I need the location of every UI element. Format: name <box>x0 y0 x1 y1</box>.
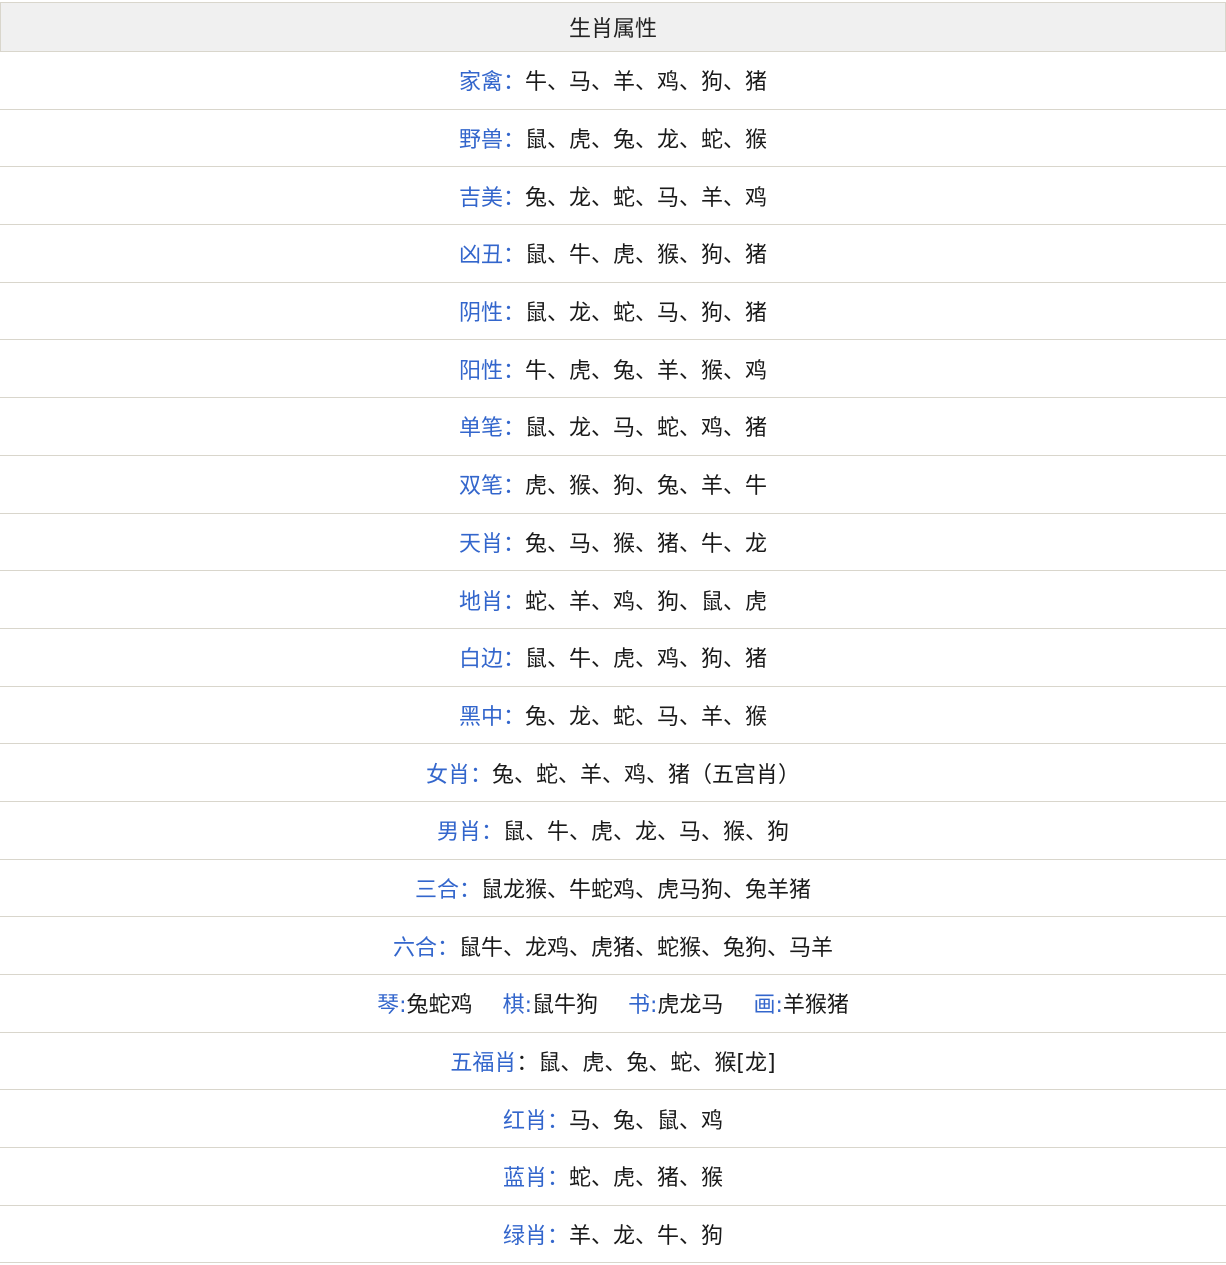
table-row: 野兽： 鼠、虎、兔、龙、蛇、猴 <box>0 110 1226 168</box>
arts-value: 鼠牛狗 <box>531 993 598 1019</box>
table-row: 天肖： 兔、马、猴、猪、牛、龙 <box>0 514 1226 572</box>
arts-value: 兔蛇鸡 <box>406 993 473 1019</box>
table-header-title: 生肖属性 <box>568 17 657 42</box>
row-label: 女肖： <box>425 762 492 788</box>
table-row: 黑中： 兔、龙、蛇、马、羊、猴 <box>0 687 1226 745</box>
arts-label: 琴: <box>377 993 407 1019</box>
table-row: 吉美： 兔、龙、蛇、马、羊、鸡 <box>0 167 1226 226</box>
table-row: 凶丑： 鼠、牛、虎、猴、狗、猪 <box>0 225 1226 283</box>
arts-group-qi: 棋:鼠牛狗 <box>503 987 598 1019</box>
row-label: 阴性： <box>458 301 525 327</box>
row-label: 绿肖： <box>502 1224 569 1250</box>
row-value: 兔、马、猴、猪、牛、龙 <box>525 531 768 557</box>
table-row: 男肖： 鼠、牛、虎、龙、马、猴、狗 <box>0 802 1226 860</box>
arts-group-hua: 画:羊猴猪 <box>753 987 848 1019</box>
row-label: 三合： <box>414 877 481 903</box>
row-value: 牛、虎、兔、羊、猴、鸡 <box>525 358 768 384</box>
row-label: 双笔： <box>458 474 525 500</box>
row-label: 家禽： <box>458 70 525 96</box>
table-row: 女肖： 兔、蛇、羊、鸡、猪（五宫肖） <box>0 744 1226 802</box>
row-value: 羊、龙、牛、狗 <box>569 1224 724 1250</box>
table-row: 家禽： 牛、马、羊、鸡、狗、猪 <box>0 52 1226 110</box>
table-row: 六合： 鼠牛、龙鸡、虎猪、蛇猴、兔狗、马羊 <box>0 917 1226 975</box>
table-header: 生肖属性 <box>0 3 1226 52</box>
table-row: 绿肖： 羊、龙、牛、狗 <box>0 1206 1226 1264</box>
arts-label: 棋: <box>502 993 532 1019</box>
row-value: 鼠龙猴、牛蛇鸡、虎马狗、兔羊猪 <box>481 877 812 903</box>
row-value: 鼠、虎、兔、龙、蛇、猴 <box>525 128 768 154</box>
row-value: 兔、龙、蛇、马、羊、猴 <box>525 704 768 730</box>
row-label: 天肖： <box>458 531 525 557</box>
row-label: 男肖： <box>436 820 503 846</box>
table-row: 蓝肖： 蛇、虎、猪、猴 <box>0 1148 1226 1206</box>
row-label: 五福肖 <box>450 1051 517 1077</box>
row-label: 蓝肖： <box>502 1166 569 1192</box>
arts-label: 书: <box>628 993 658 1019</box>
table-row-arts: 琴:兔蛇鸡 棋:鼠牛狗 书:虎龙马 画:羊猴猪 <box>0 975 1226 1033</box>
row-label: 白边： <box>458 647 525 673</box>
row-label: 六合： <box>392 935 459 961</box>
row-value: 牛、马、羊、鸡、狗、猪 <box>525 70 768 96</box>
row-value: 鼠、龙、蛇、马、狗、猪 <box>525 301 768 327</box>
row-value: 蛇、虎、猪、猴 <box>569 1166 724 1192</box>
table-row: 五福肖 ：鼠、虎、兔、蛇、猴[龙] <box>0 1033 1226 1091</box>
row-label: 地肖： <box>458 589 525 615</box>
row-value: 虎、猴、狗、兔、羊、牛 <box>525 474 768 500</box>
arts-group-shu: 书:虎龙马 <box>628 987 723 1019</box>
row-label: 单笔： <box>458 416 525 442</box>
row-label: 野兽： <box>458 128 525 154</box>
row-label: 吉美： <box>458 185 525 211</box>
row-value: 兔、蛇、羊、鸡、猪（五宫肖） <box>492 762 801 788</box>
table-row: 红肖： 马、兔、鼠、鸡 <box>0 1090 1226 1149</box>
row-value: 鼠牛、龙鸡、虎猪、蛇猴、兔狗、马羊 <box>459 935 834 961</box>
arts-value: 虎龙马 <box>657 993 724 1019</box>
row-value: 鼠、牛、虎、猴、狗、猪 <box>525 243 768 269</box>
row-label: 黑中： <box>458 704 525 730</box>
arts-value: 羊猴猪 <box>782 993 849 1019</box>
row-value: 兔、龙、蛇、马、羊、鸡 <box>525 185 768 211</box>
zodiac-attribute-table: 生肖属性 家禽： 牛、马、羊、鸡、狗、猪 野兽： 鼠、虎、兔、龙、蛇、猴 吉美： 兔、… <box>0 2 1226 1264</box>
row-value: 鼠、龙、马、蛇、鸡、猪 <box>525 416 768 442</box>
row-value: ：鼠、虎、兔、蛇、猴[龙] <box>516 1051 776 1077</box>
row-label: 阳性： <box>458 358 525 384</box>
table-row: 单笔： 鼠、龙、马、蛇、鸡、猪 <box>0 398 1226 456</box>
row-label: 红肖： <box>502 1108 569 1134</box>
table-row: 白边： 鼠、牛、虎、鸡、狗、猪 <box>0 629 1226 687</box>
arts-group-qin: 琴:兔蛇鸡 <box>377 987 472 1019</box>
row-value: 马、兔、鼠、鸡 <box>569 1108 724 1134</box>
table-row: 双笔： 虎、猴、狗、兔、羊、牛 <box>0 456 1226 514</box>
table-row: 阳性： 牛、虎、兔、羊、猴、鸡 <box>0 340 1226 399</box>
row-value: 鼠、牛、虎、鸡、狗、猪 <box>525 647 768 673</box>
arts-label: 画: <box>753 993 783 1019</box>
table-row: 三合： 鼠龙猴、牛蛇鸡、虎马狗、兔羊猪 <box>0 860 1226 918</box>
table-row: 阴性： 鼠、龙、蛇、马、狗、猪 <box>0 283 1226 341</box>
table-row: 地肖： 蛇、羊、鸡、狗、鼠、虎 <box>0 571 1226 629</box>
row-value: 蛇、羊、鸡、狗、鼠、虎 <box>525 589 768 615</box>
row-label: 凶丑： <box>458 243 525 269</box>
row-value: 鼠、牛、虎、龙、马、猴、狗 <box>503 820 790 846</box>
